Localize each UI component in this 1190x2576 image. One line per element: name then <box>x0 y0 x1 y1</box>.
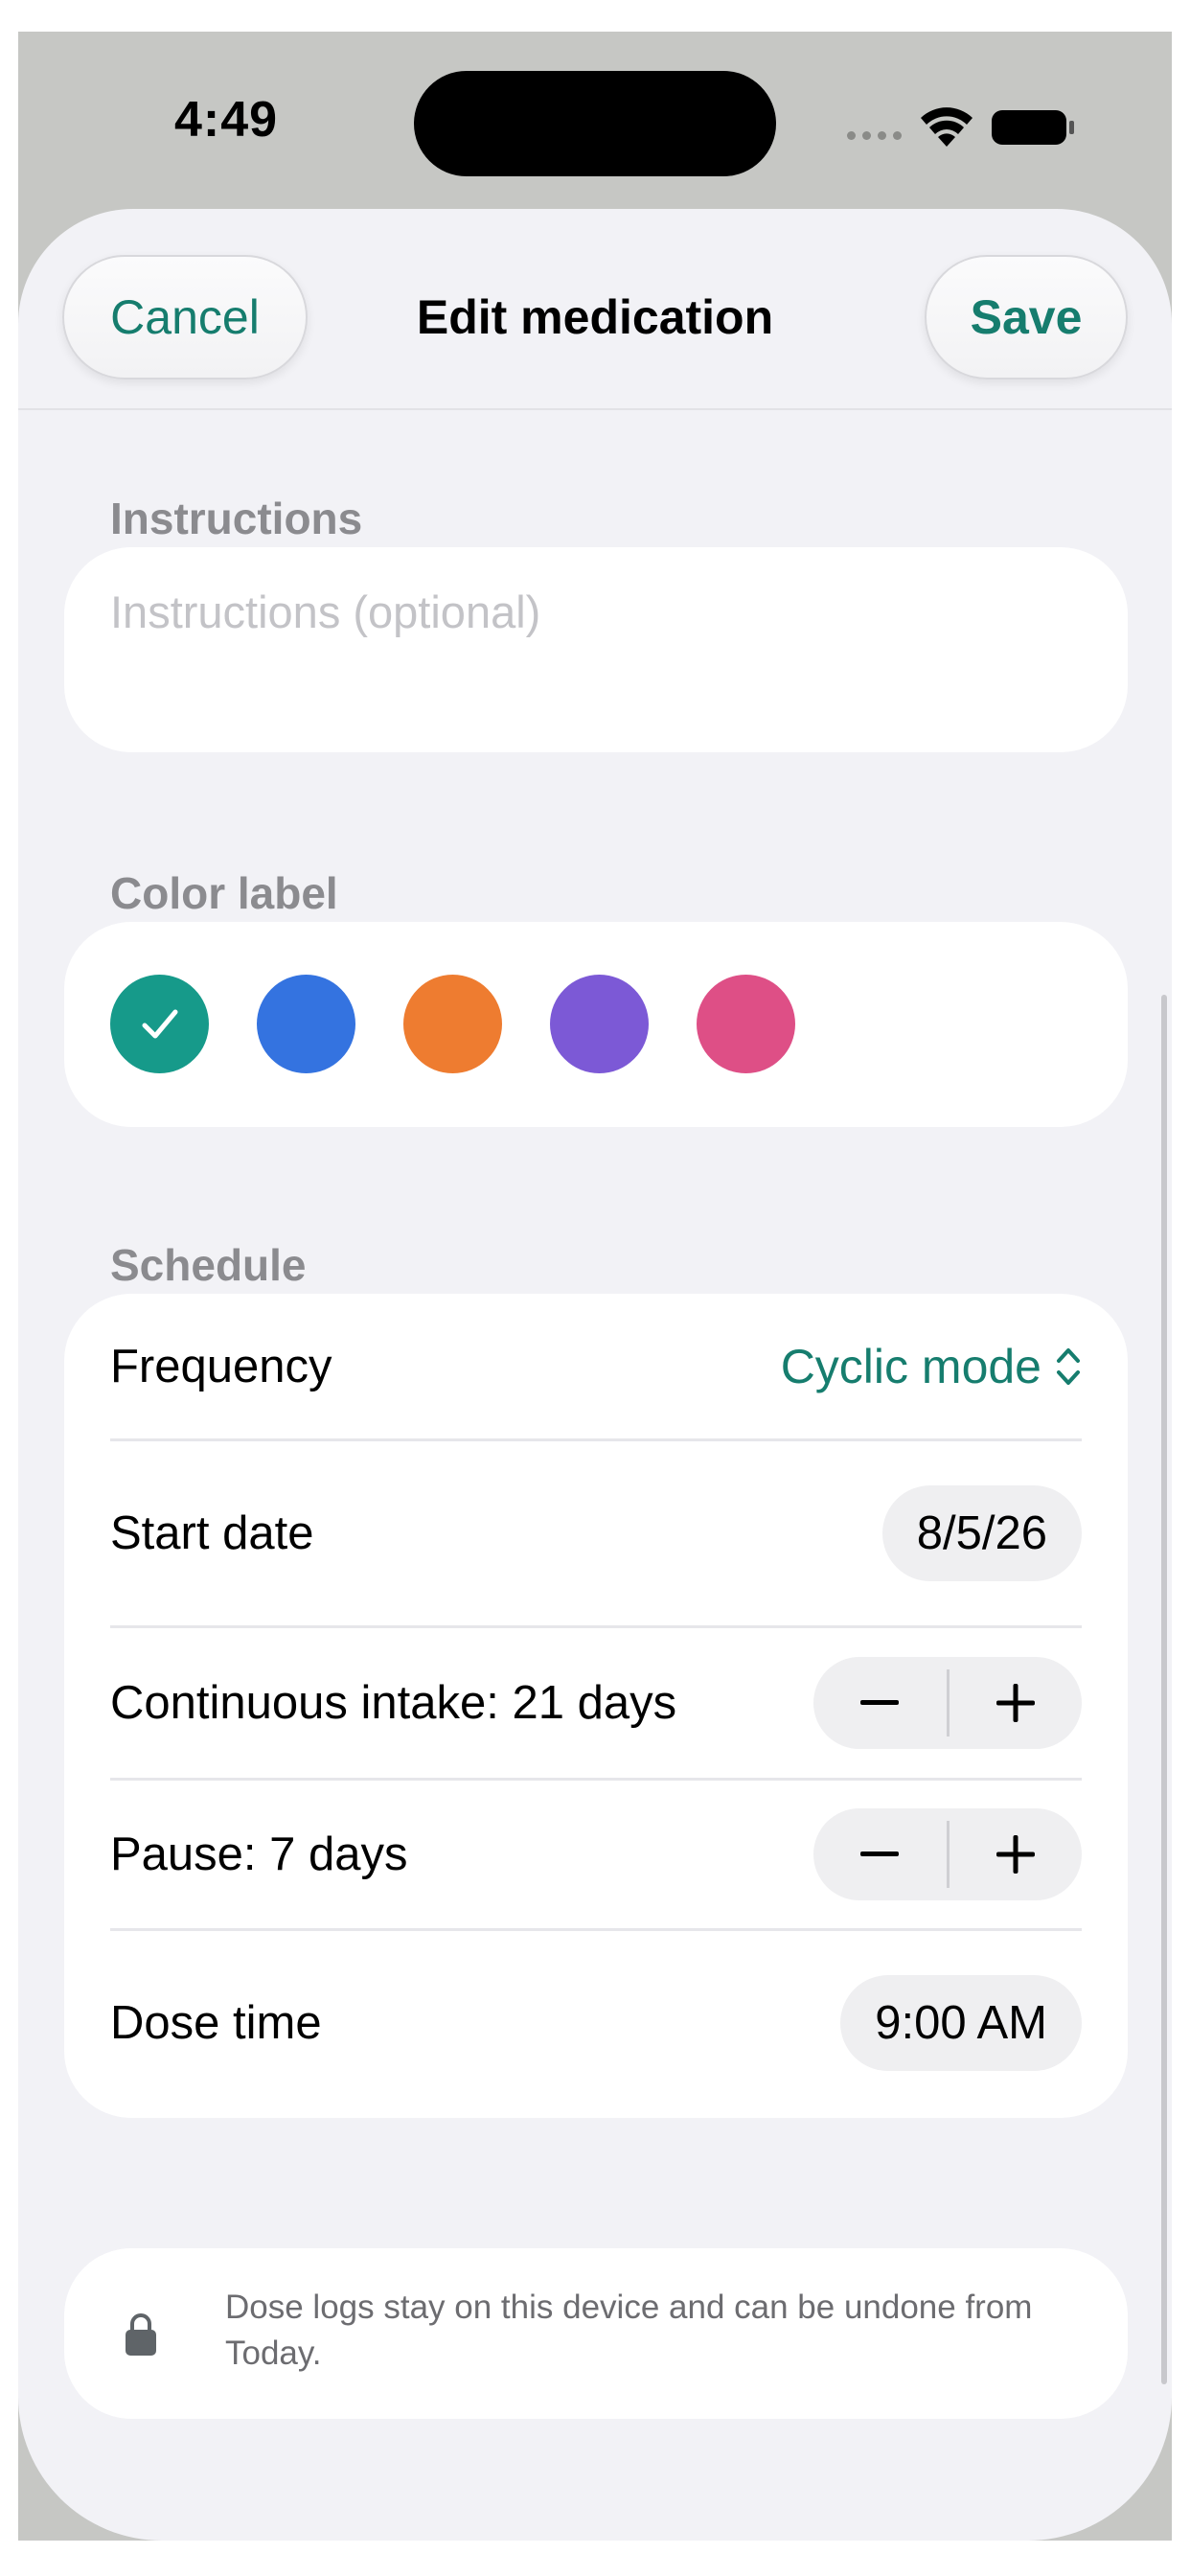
color-label-card <box>64 922 1128 1127</box>
pause-row: Pause: 7 days <box>110 1781 1082 1928</box>
scroll-indicator[interactable] <box>1161 995 1167 2384</box>
frequency-picker[interactable]: Cyclic mode <box>781 1339 1082 1394</box>
decrement-button[interactable] <box>813 1657 947 1749</box>
start-date-label: Start date <box>110 1507 314 1559</box>
start-date-picker[interactable]: 8/5/26 <box>881 1485 1082 1581</box>
dose-time-row: Dose time 9:00 AM <box>110 1931 1082 2115</box>
edit-medication-sheet: Cancel Edit medication Save Instructions… <box>18 209 1172 2541</box>
instructions-card <box>64 547 1128 752</box>
privacy-note-card: Dose logs stay on this device and can be… <box>64 2248 1128 2419</box>
increment-button[interactable] <box>950 1657 1083 1749</box>
save-button[interactable]: Save <box>925 255 1128 380</box>
continuous-intake-label: Continuous intake: 21 days <box>110 1677 677 1729</box>
plus-icon <box>995 1835 1035 1874</box>
dose-time-label: Dose time <box>110 1997 322 2049</box>
cancel-button[interactable]: Cancel <box>62 255 308 380</box>
continuous-intake-stepper <box>813 1657 1082 1749</box>
pause-label: Pause: 7 days <box>110 1828 408 1880</box>
color-label-section-label: Color label <box>110 868 338 918</box>
dynamic-island <box>414 71 776 176</box>
pause-stepper <box>813 1808 1082 1900</box>
color-swatch-pink[interactable] <box>697 975 795 1073</box>
schedule-card: Frequency Cyclic mode Start date 8/5/26 … <box>64 1294 1128 2118</box>
navigation-bar: Cancel Edit medication Save <box>18 209 1172 410</box>
instructions-section-label: Instructions <box>110 494 363 543</box>
start-date-row: Start date 8/5/26 <box>110 1441 1082 1625</box>
color-swatch-orange[interactable] <box>403 975 502 1073</box>
frequency-label: Frequency <box>110 1341 332 1392</box>
chevron-up-down-icon <box>1057 1348 1080 1385</box>
continuous-intake-row: Continuous intake: 21 days <box>110 1628 1082 1778</box>
color-swatch-blue[interactable] <box>257 975 355 1073</box>
page-title: Edit medication <box>416 290 774 344</box>
decrement-button[interactable] <box>813 1808 947 1900</box>
wifi-icon <box>921 107 973 147</box>
minus-icon <box>860 1852 900 1856</box>
schedule-section-label: Schedule <box>110 1240 307 1290</box>
dose-time-picker[interactable]: 9:00 AM <box>840 1975 1082 2071</box>
privacy-note-text: Dose logs stay on this device and can be… <box>225 2288 1033 2372</box>
phone-screen: 4:49 Cancel Edit medication Save Instruc… <box>18 32 1172 2541</box>
minus-icon <box>860 1700 900 1705</box>
plus-icon <box>995 1684 1035 1722</box>
battery-icon <box>992 110 1074 145</box>
status-time: 4:49 <box>174 92 279 148</box>
checkmark-icon <box>142 1009 178 1039</box>
frequency-value: Cyclic mode <box>780 1340 1041 1393</box>
color-swatch-teal[interactable] <box>110 975 209 1073</box>
color-swatch-purple[interactable] <box>550 975 649 1073</box>
instructions-input[interactable] <box>110 586 1068 638</box>
frequency-row: Frequency Cyclic mode <box>110 1294 1082 1439</box>
cellular-signal-icon <box>847 131 902 140</box>
lock-icon <box>126 2313 156 2356</box>
increment-button[interactable] <box>950 1808 1083 1900</box>
